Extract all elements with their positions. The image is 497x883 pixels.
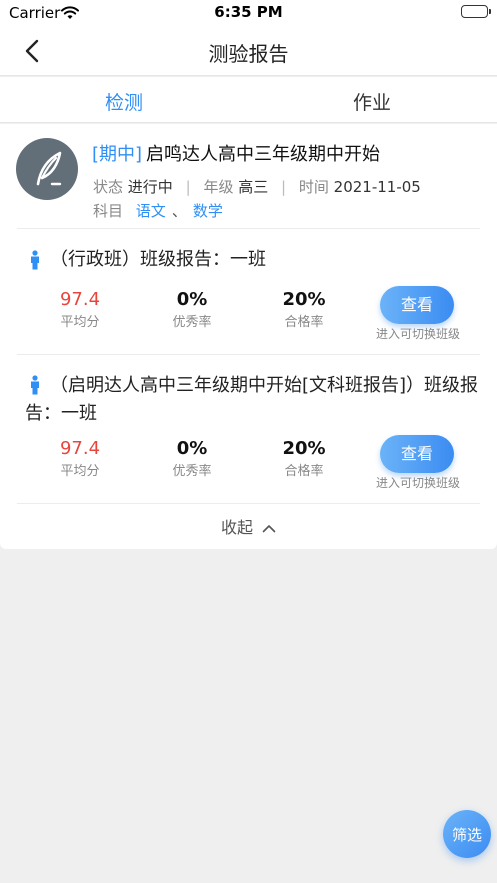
divider xyxy=(17,354,480,355)
pass-rate: 20% xyxy=(282,289,326,310)
exam-meta: 状态 进行中 | 年级 高三 | 时间 2021-11-05 xyxy=(93,176,421,197)
status-value: 进行中 xyxy=(127,178,173,196)
switch-class-hint: 进入可切换班级 xyxy=(376,327,461,341)
tab-homework[interactable]: 作业 xyxy=(248,88,496,115)
meta-separator: | xyxy=(281,178,287,196)
exam-name: 启鸣达人高中三年级期中开始 xyxy=(146,144,381,165)
time-value: 2021-11-05 xyxy=(333,178,421,196)
excellent-label: 优秀率 xyxy=(172,315,212,330)
subject-row: 科目 语文、数学 xyxy=(93,200,223,221)
status-bar: Carrier 6:35 PM xyxy=(0,0,497,26)
average-score: 97.4 xyxy=(59,289,101,310)
stat-excellent-rate: 0% 优秀率 xyxy=(137,289,247,330)
pass-rate: 20% xyxy=(282,438,326,459)
stat-pass-rate: 20% 合格率 xyxy=(249,438,359,479)
pass-label: 合格率 xyxy=(284,464,324,479)
tab-bar: 检测 作业 xyxy=(0,77,497,123)
page-title: 测验报告 xyxy=(208,42,289,66)
switch-class-hint: 进入可切换班级 xyxy=(376,476,461,490)
exam-type-tag: [期中] xyxy=(92,144,143,165)
subject-math: 数学 xyxy=(192,202,223,220)
stat-average: 97.4 平均分 xyxy=(25,438,135,479)
stat-pass-rate: 20% 合格率 xyxy=(249,289,359,330)
grade-key: 年级 xyxy=(203,178,234,196)
subject-separator: 、 xyxy=(171,202,187,220)
quill-icon xyxy=(16,138,78,200)
subject-key: 科目 xyxy=(93,202,124,220)
chevron-up-icon xyxy=(262,525,276,533)
divider xyxy=(17,503,480,504)
exam-card: [期中] 启鸣达人高中三年级期中开始 状态 进行中 | 年级 高三 | 时间 20… xyxy=(0,124,497,549)
stat-average: 97.4 平均分 xyxy=(25,289,135,330)
average-label: 平均分 xyxy=(60,464,100,479)
view-report-button[interactable]: 查看 xyxy=(380,286,454,324)
average-label: 平均分 xyxy=(60,315,100,330)
tab-detection[interactable]: 检测 xyxy=(0,88,248,115)
person-icon xyxy=(31,250,39,270)
stat-excellent-rate: 0% 优秀率 xyxy=(137,438,247,479)
collapse-label: 收起 xyxy=(220,518,253,537)
excellent-label: 优秀率 xyxy=(172,464,212,479)
divider xyxy=(17,228,480,229)
meta-separator: | xyxy=(185,178,191,196)
average-score: 97.4 xyxy=(59,438,101,459)
collapse-toggle[interactable]: 收起 xyxy=(0,514,497,538)
nav-bar: 测验报告 xyxy=(0,26,497,76)
report-title: （行政班）班级报告：一班 xyxy=(50,249,266,270)
excellent-rate: 0% xyxy=(176,289,208,310)
clock: 6:35 PM xyxy=(214,3,283,21)
status-key: 状态 xyxy=(93,178,124,196)
filter-button[interactable]: 筛选 xyxy=(443,810,491,858)
excellent-rate: 0% xyxy=(176,438,208,459)
view-report-button[interactable]: 查看 xyxy=(380,435,454,473)
pass-label: 合格率 xyxy=(284,315,324,330)
grade-value: 高三 xyxy=(238,178,269,196)
time-key: 时间 xyxy=(298,178,329,196)
subject-chinese: 语文 xyxy=(135,202,166,220)
exam-title[interactable]: [期中] 启鸣达人高中三年级期中开始 xyxy=(92,140,380,166)
battery-icon xyxy=(461,5,491,18)
report-title: （启明达人高中三年级期中开始[文科班报告]）班级报告：一班 xyxy=(25,375,479,424)
